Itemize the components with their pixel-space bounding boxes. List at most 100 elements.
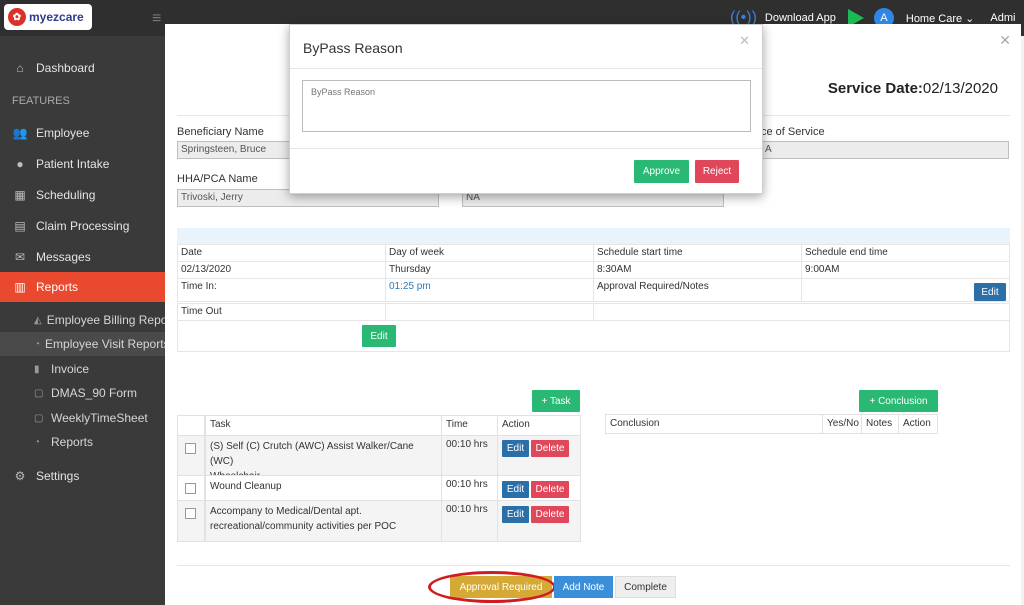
logo-icon: ✿ (8, 8, 26, 26)
time-out-cell (385, 303, 594, 321)
complete-button[interactable]: Complete (615, 576, 676, 598)
task-edit-button[interactable]: Edit (502, 481, 529, 498)
task-edit-button[interactable]: Edit (502, 506, 529, 523)
menu-toggle-icon[interactable]: ≡ (152, 10, 161, 28)
user-menu[interactable]: Admi (990, 12, 1015, 24)
sidebar-sub-dmas90-form[interactable]: ▢ DMAS_90 Form (0, 381, 165, 405)
sidebar-item-label: Settings (36, 469, 80, 483)
pie-chart-icon: ◔ (34, 338, 41, 350)
table-row (177, 500, 205, 542)
divider (290, 68, 762, 69)
home-icon: ⌂ (16, 61, 24, 75)
time-out-label: Time Out (177, 303, 386, 321)
edit-approval-button[interactable]: Edit (974, 283, 1006, 301)
org-selector[interactable]: Home Care ⌄ (906, 12, 975, 25)
place-of-service-field[interactable]: A (761, 141, 1009, 159)
task-delete-button[interactable]: Delete (531, 440, 569, 457)
time-in-label: Time In: (177, 278, 386, 302)
form-icon: ▢ (34, 387, 44, 399)
sidebar-item-patient-intake[interactable]: ● Patient Intake (0, 149, 165, 179)
task-delete-button[interactable]: Delete (531, 506, 569, 523)
add-note-button[interactable]: Add Note (554, 576, 613, 598)
edit-time-out-button[interactable]: Edit (362, 325, 396, 347)
task-delete-button[interactable]: Delete (531, 481, 569, 498)
highlight-annotation (428, 571, 556, 603)
task-edit-button[interactable]: Edit (502, 440, 529, 457)
add-conclusion-button[interactable]: + Conclusion (859, 390, 938, 412)
divider (177, 565, 1010, 566)
schedule-header-band (177, 228, 1010, 244)
task-checkbox[interactable] (185, 508, 196, 519)
envelope-icon: ✉ (14, 250, 26, 264)
task-header-action: Action (497, 415, 581, 436)
gear-icon: ⚙ (14, 469, 26, 483)
dialog-title: ByPass Reason (303, 40, 403, 56)
time-out-blank (593, 303, 1010, 321)
schedule-header-end: Schedule end time (801, 244, 1010, 262)
place-of-service-label: ce of Service (761, 126, 825, 138)
schedule-header-start: Schedule start time (593, 244, 802, 262)
document-icon: ▤ (14, 219, 26, 233)
sidebar-sub-weekly-timesheet[interactable]: ▢ WeeklyTimeSheet (0, 406, 165, 430)
time-out-row (177, 320, 1010, 352)
conclusion-header-notes: Notes (861, 414, 899, 434)
bypass-reason-input[interactable] (302, 80, 751, 132)
users-icon: 👥 (12, 126, 28, 140)
brand-name: myezcare (29, 10, 84, 24)
approve-button[interactable]: Approve (634, 160, 689, 183)
bypass-reason-dialog: ByPass Reason ✕ Approve Reject (289, 24, 763, 194)
task-cell: Wound Cleanup (205, 475, 442, 501)
sidebar-sub-employee-visit-reports[interactable]: ◔ Employee Visit Reports (0, 332, 165, 356)
sidebar-item-label: Messages (36, 250, 91, 264)
schedule-date-value: 02/13/2020 (177, 261, 386, 279)
schedule-header-date: Date (177, 244, 386, 262)
service-date: Service Date:02/13/2020 (827, 80, 998, 97)
hha-pca-label: HHA/PCA Name (177, 173, 258, 185)
sidebar-item-scheduling[interactable]: ▦ Scheduling (0, 180, 165, 210)
sidebar-item-claim-processing[interactable]: ▤ Claim Processing (0, 211, 165, 241)
divider (290, 148, 762, 149)
sidebar-item-label: Scheduling (36, 188, 96, 202)
task-time-cell: 00:10 hrs (441, 500, 498, 542)
close-icon[interactable]: ✕ (999, 32, 1011, 49)
add-task-button[interactable]: + Task (532, 390, 580, 412)
task-cell: (S) Self (C) Crutch (AWC) Assist Walker/… (205, 435, 442, 482)
timesheet-icon: ▢ (34, 412, 44, 424)
task-checkbox[interactable] (185, 443, 196, 454)
sidebar-item-label: Employee (36, 126, 90, 140)
sidebar-item-reports[interactable]: ▥ Reports (0, 272, 165, 302)
approval-notes-label: Approval Required/Notes (593, 278, 802, 302)
sidebar-item-label: Reports (36, 280, 79, 294)
schedule-start-value: 8:30AM (593, 261, 802, 279)
bar-chart-icon: ▥ (14, 280, 26, 294)
sidebar-sub-reports[interactable]: ◔ Reports (0, 430, 165, 454)
sidebar-sub-invoice[interactable]: ▮ Invoice (0, 357, 165, 381)
pie-chart-icon: ◔ (34, 436, 41, 448)
sidebar-item-employee[interactable]: 👥 Employee (0, 118, 165, 148)
sidebar-item-settings[interactable]: ⚙ Settings (0, 461, 165, 491)
download-app-link[interactable]: Download App (765, 12, 836, 24)
sidebar-item-label: Dashboard (36, 61, 95, 75)
task-header-time: Time (441, 415, 498, 436)
sidebar-sub-employee-billing-report[interactable]: ◭ Employee Billing Report (0, 308, 165, 332)
schedule-end-value: 9:00AM (801, 261, 1010, 279)
schedule-header-day: Day of week (385, 244, 594, 262)
area-chart-icon: ◭ (34, 314, 42, 326)
task-header-check (177, 415, 205, 436)
reject-button[interactable]: Reject (695, 160, 739, 183)
user-icon: ● (16, 157, 24, 171)
brand-logo[interactable]: ✿ myezcare (4, 4, 92, 30)
conclusion-header-action: Action (898, 414, 938, 434)
time-in-value: 01:25 pm (385, 278, 594, 302)
schedule-day-value: Thursday (385, 261, 594, 279)
beneficiary-label: Beneficiary Name (177, 126, 264, 138)
sidebar-heading: FEATURES (12, 95, 70, 107)
sidebar-item-messages[interactable]: ✉ Messages (0, 242, 165, 272)
conclusion-header-yesno: Yes/No (822, 414, 862, 434)
sidebar-item-label: Patient Intake (36, 157, 110, 171)
sidebar-item-dashboard[interactable]: ⌂ Dashboard (0, 53, 165, 83)
close-icon[interactable]: ✕ (739, 33, 750, 49)
file-icon: ▮ (34, 363, 40, 375)
task-checkbox[interactable] (185, 483, 196, 494)
task-header-task: Task (205, 415, 442, 436)
